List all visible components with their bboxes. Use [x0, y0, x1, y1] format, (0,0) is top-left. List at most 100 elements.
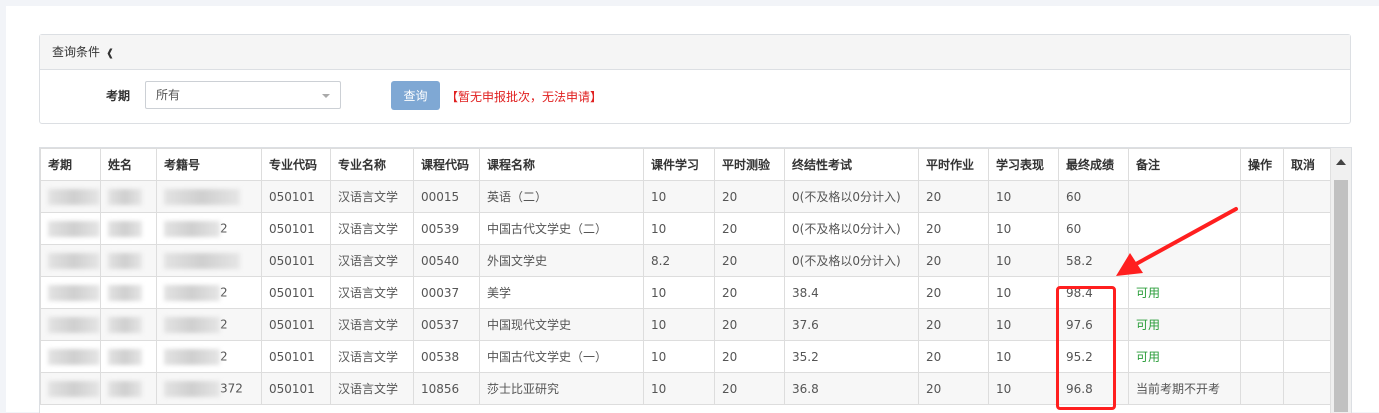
redacted-name	[108, 284, 142, 301]
header-action-col: 操作	[1240, 148, 1284, 181]
notice-text: 【暂无申报批次，无法申请】	[446, 90, 603, 104]
table-row[interactable]: 2 050101 汉语言文学 00537 中国现代文学史 10 20 37.6 20 10 97.6…	[40, 308, 1331, 341]
table-row[interactable]: 372 050101 汉语言文学 10856 莎士比亚研究 10 20 36.8 20 10 96.…	[40, 372, 1331, 405]
cell-final-exam: 38.4	[784, 276, 919, 309]
cell-exam-id	[156, 244, 262, 277]
cell-name	[100, 212, 157, 245]
cell-major-code: 050101	[261, 244, 331, 277]
cell-cancel[interactable]	[1283, 372, 1331, 405]
cell-performance: 10	[988, 372, 1059, 405]
cell-course-code: 00538	[413, 340, 480, 373]
redacted-exam-id	[164, 316, 220, 333]
cell-major-code: 050101	[261, 212, 331, 245]
scroll-up-arrow-icon[interactable]	[1331, 148, 1351, 178]
cell-action[interactable]	[1240, 340, 1284, 373]
header-major-name-col: 专业名称	[330, 148, 414, 181]
query-panel: 查询条件 ❰ 考期 所有 查询 【暂无申报批次，无法申请】	[39, 34, 1351, 124]
cell-courseware: 10	[643, 276, 715, 309]
cell-major-name: 汉语言文学	[330, 340, 414, 373]
cell-cancel[interactable]	[1283, 180, 1331, 213]
cell-cancel[interactable]	[1283, 212, 1331, 245]
cell-cancel[interactable]	[1283, 244, 1331, 277]
redacted-exam-id	[164, 284, 220, 301]
cell-action[interactable]	[1240, 372, 1284, 405]
cell-course-code: 00037	[413, 276, 480, 309]
header-course-name-col: 课程名称	[479, 148, 644, 181]
cell-course-name: 中国现代文学史	[479, 308, 644, 341]
redacted-term	[48, 188, 100, 205]
term-select[interactable]: 所有	[145, 81, 341, 109]
cell-quiz: 20	[714, 372, 785, 405]
cell-name	[100, 244, 157, 277]
cell-term	[40, 308, 101, 341]
cell-major-name: 汉语言文学	[330, 212, 414, 245]
cell-courseware: 10	[643, 308, 715, 341]
cell-courseware: 8.2	[643, 244, 715, 277]
header-major-code-col: 专业代码	[261, 148, 331, 181]
header-note-col: 备注	[1128, 148, 1241, 181]
redacted-term	[48, 252, 100, 269]
cell-major-code: 050101	[261, 180, 331, 213]
redacted-name	[108, 380, 142, 397]
cell-performance: 10	[988, 340, 1059, 373]
cell-courseware: 10	[643, 340, 715, 373]
cell-name	[100, 276, 157, 309]
cell-homework: 20	[918, 180, 989, 213]
cell-final-exam: 37.6	[784, 308, 919, 341]
scrollbar-thumb[interactable]	[1334, 180, 1348, 412]
cell-name	[100, 180, 157, 213]
final-score-highlight-box	[1056, 286, 1116, 410]
cell-course-name: 莎士比亚研究	[479, 372, 644, 405]
table-row[interactable]: 2 050101 汉语言文学 00538 中国古代文学史（一） 10 20 35.2 20 10 9…	[40, 340, 1331, 373]
cell-homework: 20	[918, 308, 989, 341]
header-quiz-col: 平时测验	[714, 148, 785, 181]
cell-cancel[interactable]	[1283, 340, 1331, 373]
cell-homework: 20	[918, 340, 989, 373]
cell-homework: 20	[918, 212, 989, 245]
table-header-row: 考期 姓名 考籍号 专业代码 专业名称 课程代码 课程名称 课件学习 平时测验 终结性考试 平时作业…	[40, 148, 1331, 181]
query-panel-heading[interactable]: 查询条件 ❰	[40, 35, 1350, 70]
table-scrollbar[interactable]	[1330, 148, 1351, 413]
cell-text: 2	[220, 349, 228, 363]
cell-final-exam: 36.8	[784, 372, 919, 405]
chevron-down-icon[interactable]: ❰	[106, 48, 114, 59]
query-button[interactable]: 查询	[391, 81, 440, 110]
cell-action[interactable]	[1240, 308, 1284, 341]
cell-exam-id: 2	[156, 212, 262, 245]
cell-exam-id: 372	[156, 372, 262, 405]
cell-exam-id: 2	[156, 276, 262, 309]
cell-major-name: 汉语言文学	[330, 180, 414, 213]
cell-final-exam: 0(不及格以0分计入)	[784, 244, 919, 277]
redacted-term	[48, 380, 100, 397]
cell-performance: 10	[988, 244, 1059, 277]
cell-courseware: 10	[643, 180, 715, 213]
cell-name	[100, 340, 157, 373]
cell-term	[40, 180, 101, 213]
cell-quiz: 20	[714, 180, 785, 213]
cell-course-code: 00015	[413, 180, 480, 213]
cell-major-code: 050101	[261, 276, 331, 309]
cell-course-name: 中国古代文学史（一）	[479, 340, 644, 373]
cell-term	[40, 340, 101, 373]
header-name-col: 姓名	[100, 148, 157, 181]
caret-down-icon	[322, 94, 330, 98]
header-courseware-col: 课件学习	[643, 148, 715, 181]
cell-term	[40, 212, 101, 245]
cell-courseware: 10	[643, 212, 715, 245]
cell-quiz: 20	[714, 244, 785, 277]
cell-cancel[interactable]	[1283, 308, 1331, 341]
cell-course-name: 美学	[479, 276, 644, 309]
cell-final-exam: 0(不及格以0分计入)	[784, 212, 919, 245]
cell-cancel[interactable]	[1283, 276, 1331, 309]
cell-quiz: 20	[714, 340, 785, 373]
header-exam-id-col: 考籍号	[156, 148, 262, 181]
annotation-arrow	[1116, 207, 1238, 276]
redacted-name	[108, 316, 142, 333]
redacted-exam-id	[164, 380, 220, 397]
cell-homework: 20	[918, 276, 989, 309]
cell-note: 可用	[1128, 308, 1241, 341]
cell-text: 2	[220, 285, 228, 299]
cell-term	[40, 244, 101, 277]
cell-course-code: 00537	[413, 308, 480, 341]
cell-course-code: 00539	[413, 212, 480, 245]
